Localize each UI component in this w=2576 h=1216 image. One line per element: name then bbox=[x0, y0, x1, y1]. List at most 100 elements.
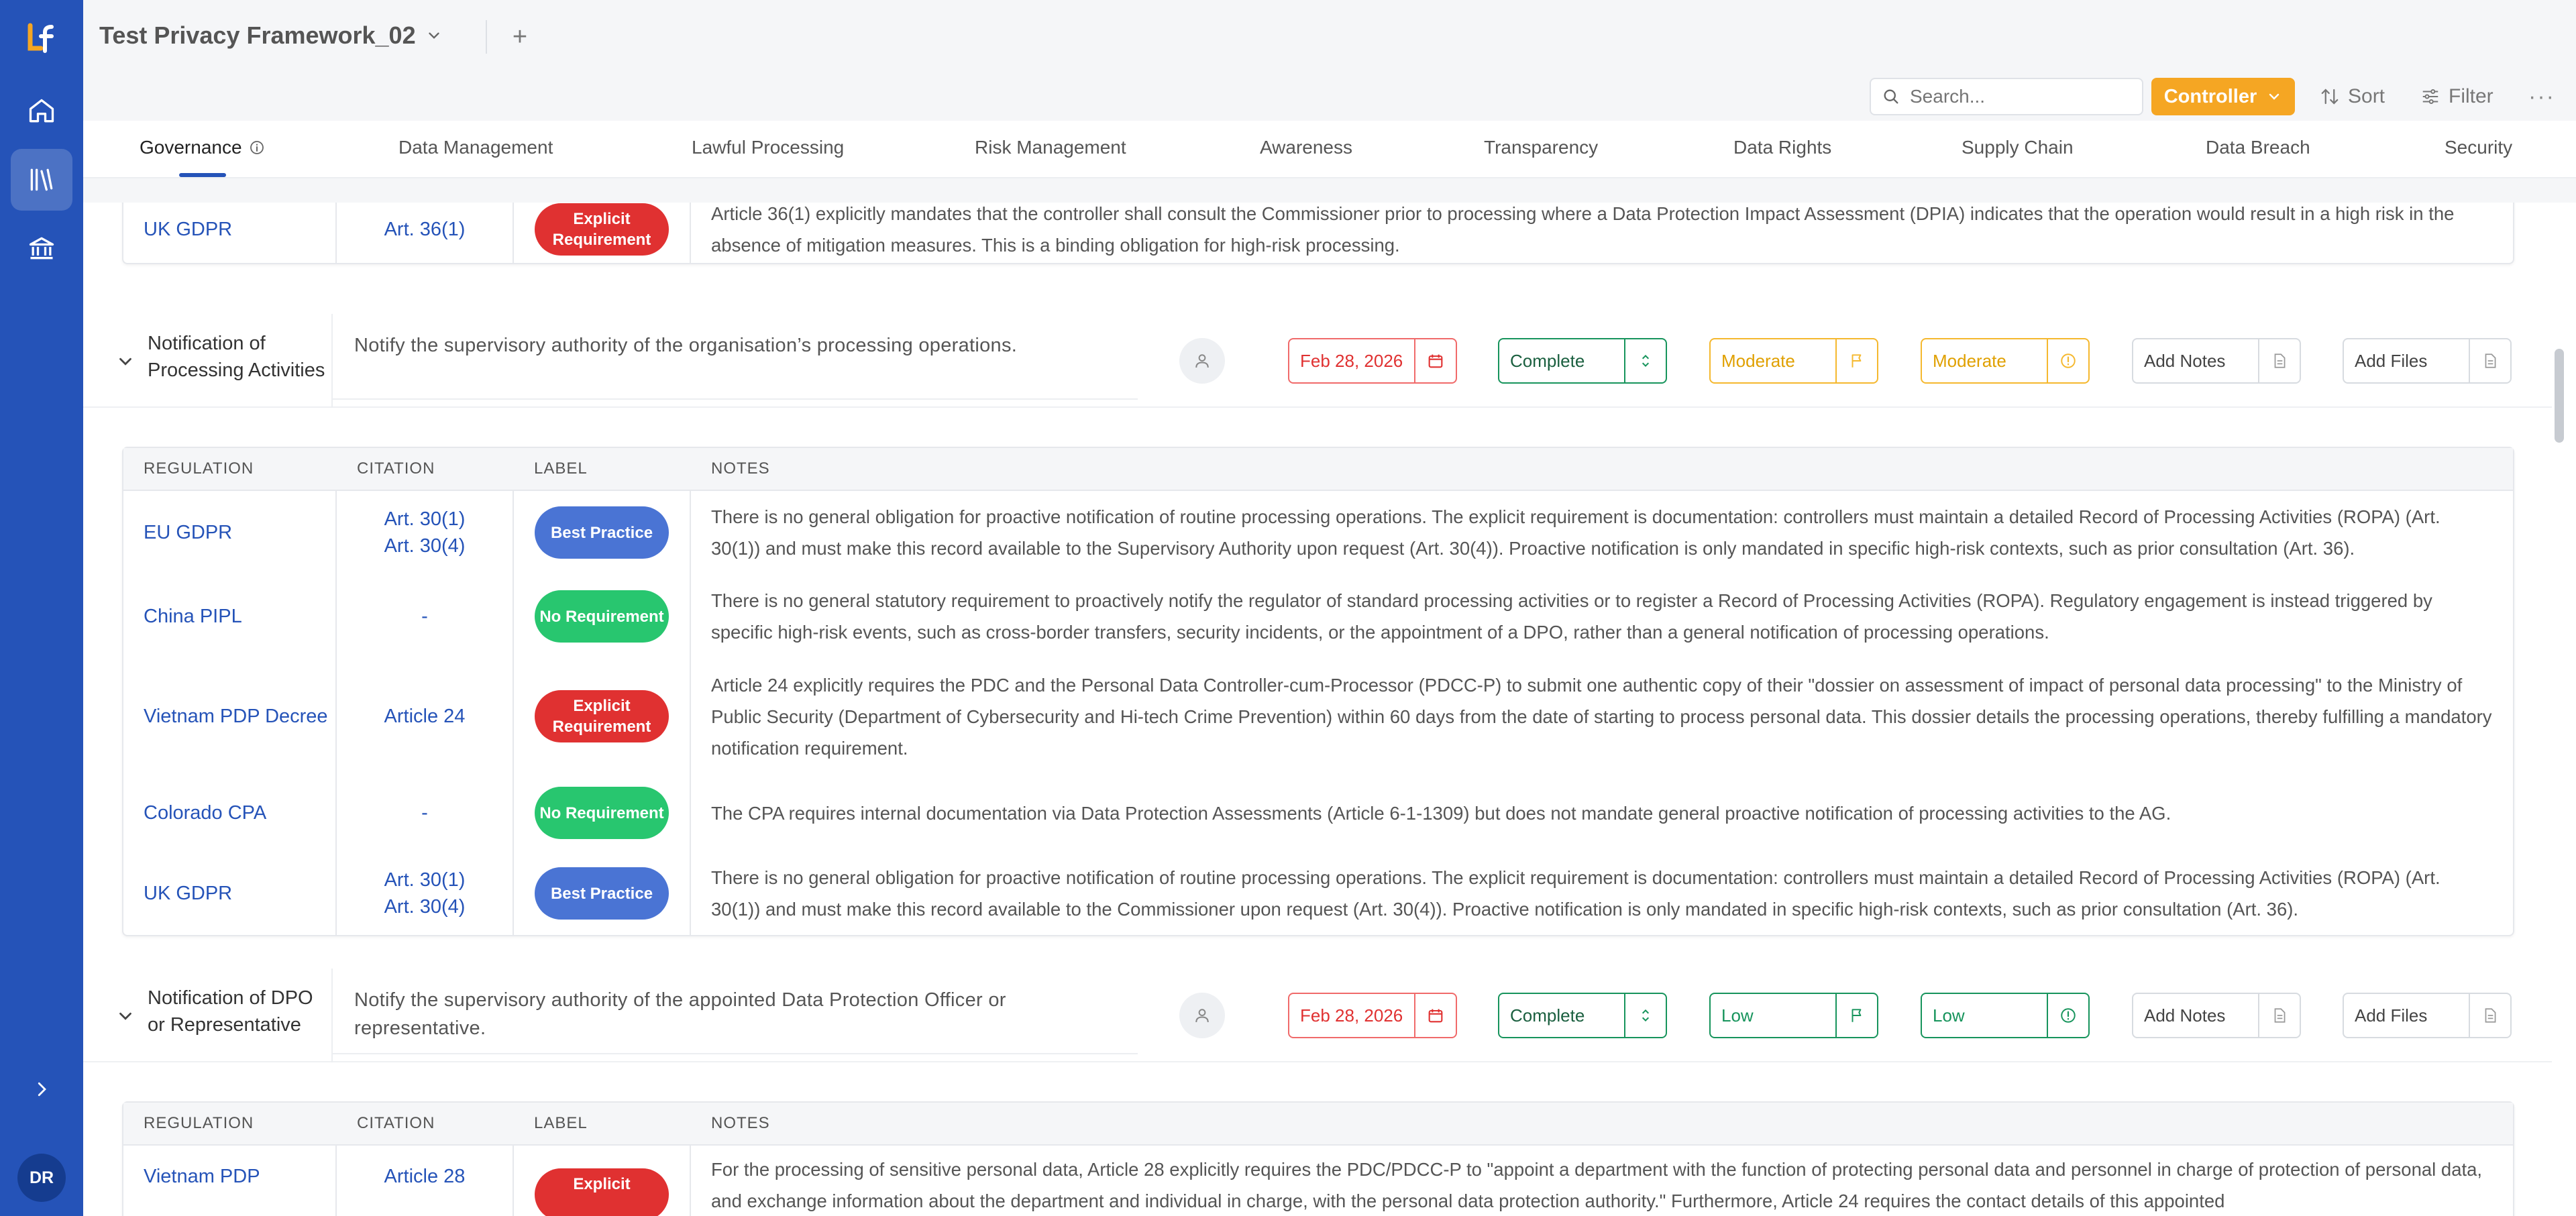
priority-select[interactable]: Low bbox=[1709, 993, 1878, 1038]
citation-link[interactable]: Art. 30(1) bbox=[384, 867, 466, 893]
tab-data-breach[interactable]: Data Breach bbox=[2206, 137, 2310, 158]
due-date: Feb 28, 2026 bbox=[1300, 1005, 1403, 1026]
home-icon[interactable] bbox=[11, 80, 72, 142]
tab-data-rights[interactable]: Data Rights bbox=[1733, 137, 1831, 158]
label-badge: Explicit Requirement bbox=[535, 690, 669, 742]
notes-cell: Article 24 explicitly requires the PDC a… bbox=[711, 674, 2492, 759]
notes-label: Add Notes bbox=[2144, 1005, 2226, 1026]
search-input[interactable] bbox=[1910, 86, 2125, 107]
status-select[interactable]: Complete bbox=[1498, 993, 1667, 1038]
citation-link[interactable]: Art. 30(1) bbox=[384, 506, 466, 533]
regulation-link[interactable]: UK GDPR bbox=[123, 203, 337, 263]
regulation-table: UK GDPR Art. 36(1) Explicit Requirement … bbox=[122, 203, 2514, 264]
notes-label: Add Notes bbox=[2144, 350, 2226, 371]
app-logo[interactable] bbox=[25, 23, 57, 54]
citation-link[interactable]: Art. 30(4) bbox=[384, 893, 466, 920]
project-selector[interactable]: Test Privacy Framework_02 bbox=[99, 21, 443, 50]
user-avatar[interactable]: DR bbox=[17, 1154, 66, 1202]
regulation-link[interactable]: China PIPL bbox=[123, 574, 337, 659]
assign-owner-button[interactable] bbox=[1179, 338, 1225, 384]
label-badge: Best Practice bbox=[535, 506, 669, 559]
regulation-link[interactable]: EU GDPR bbox=[123, 491, 337, 574]
chevron-down-icon[interactable] bbox=[115, 1006, 136, 1026]
tab-security[interactable]: Security bbox=[2445, 137, 2512, 158]
scrollbar[interactable] bbox=[2555, 349, 2564, 443]
label-cell: Best Practice bbox=[514, 491, 691, 574]
label-cell: Best Practice bbox=[514, 852, 691, 935]
add-files-button[interactable]: Add Files bbox=[2343, 338, 2512, 384]
search-box[interactable] bbox=[1870, 78, 2143, 115]
user-icon bbox=[1195, 354, 1209, 368]
role-dropdown[interactable]: Controller bbox=[2151, 78, 2295, 115]
risk-select[interactable]: Low bbox=[1921, 993, 2090, 1038]
tab-data-management[interactable]: Data Management bbox=[398, 137, 553, 158]
citation-cell: Art. 30(1) Art. 30(4) bbox=[337, 852, 514, 935]
alert-circle-icon bbox=[2047, 994, 2088, 1037]
sidebar: DR bbox=[0, 0, 83, 1216]
risk-select[interactable]: Moderate bbox=[1921, 338, 2090, 384]
regulation-table: REGULATION CITATION LABEL NOTES EU GDPR … bbox=[122, 447, 2514, 936]
more-options-icon[interactable]: ··· bbox=[2525, 78, 2559, 115]
filter-label: Filter bbox=[2449, 85, 2493, 107]
tab-transparency[interactable]: Transparency bbox=[1484, 137, 1598, 158]
regulation-link[interactable]: Colorado CPA bbox=[123, 774, 337, 852]
table-row: UK GDPR Art. 30(1) Art. 30(4) Best Pract… bbox=[123, 852, 2513, 935]
chevron-down-icon[interactable] bbox=[115, 351, 136, 372]
citation-text: - bbox=[421, 606, 428, 627]
priority-value: Low bbox=[1721, 1005, 1754, 1026]
info-icon[interactable] bbox=[249, 140, 265, 156]
table-row: Colorado CPA - No Requirement The CPA re… bbox=[123, 774, 2513, 852]
add-files-button[interactable]: Add Files bbox=[2343, 993, 2512, 1038]
user-icon bbox=[1195, 1009, 1209, 1023]
table-header: REGULATION CITATION LABEL NOTES bbox=[123, 1103, 2513, 1146]
control-row: Notification of Processing Activities No… bbox=[83, 314, 2552, 408]
category-tabs: Governance Data Management Lawful Proces… bbox=[83, 121, 2576, 178]
citation-link[interactable]: Art. 36(1) bbox=[384, 216, 466, 243]
sort-button[interactable]: Sort bbox=[2320, 78, 2385, 115]
due-date-picker[interactable]: Feb 28, 2026 bbox=[1288, 338, 1457, 384]
filter-button[interactable]: Filter bbox=[2420, 78, 2493, 115]
label-cell: No Requirement bbox=[514, 774, 691, 852]
flag-icon bbox=[1835, 339, 1877, 382]
expand-sidebar-icon[interactable] bbox=[25, 1073, 58, 1105]
citation-link[interactable]: Article 28 bbox=[384, 1163, 466, 1190]
tab-lawful-processing[interactable]: Lawful Processing bbox=[692, 137, 844, 158]
top-bar: Test Privacy Framework_02 + bbox=[83, 0, 2576, 74]
assign-owner-button[interactable] bbox=[1179, 993, 1225, 1038]
notes-cell: There is no general statutory requiremen… bbox=[711, 590, 2432, 643]
table-header: REGULATION CITATION LABEL NOTES bbox=[123, 448, 2513, 491]
regulation-link[interactable]: Vietnam PDP bbox=[123, 1146, 337, 1216]
citation-cell: Article 28 bbox=[337, 1146, 514, 1216]
control-description: Notify the supervisory authority of the … bbox=[354, 989, 1006, 1039]
tab-risk-management[interactable]: Risk Management bbox=[975, 137, 1126, 158]
citation-link[interactable]: Art. 30(4) bbox=[384, 533, 466, 559]
citation-cell: Art. 30(1) Art. 30(4) bbox=[337, 491, 514, 574]
chevron-updown-icon bbox=[1624, 994, 1666, 1037]
toolbar: Controller Sort Filter ··· bbox=[83, 74, 2576, 121]
tab-awareness[interactable]: Awareness bbox=[1260, 137, 1352, 158]
status-select[interactable]: Complete bbox=[1498, 338, 1667, 384]
notes-cell: There is no general obligation for proac… bbox=[711, 506, 2440, 559]
add-notes-button[interactable]: Add Notes bbox=[2132, 993, 2301, 1038]
table-row: Vietnam PDP Article 28 Explicit For the … bbox=[123, 1146, 2513, 1216]
control-name[interactable]: Notification of DPO or Representative bbox=[148, 985, 335, 1038]
tab-supply-chain[interactable]: Supply Chain bbox=[1962, 137, 2074, 158]
institution-icon[interactable] bbox=[11, 217, 72, 279]
regulation-link[interactable]: UK GDPR bbox=[123, 852, 337, 935]
library-icon[interactable] bbox=[11, 149, 72, 211]
due-date-picker[interactable]: Feb 28, 2026 bbox=[1288, 993, 1457, 1038]
priority-select[interactable]: Moderate bbox=[1709, 338, 1878, 384]
document-icon bbox=[2258, 994, 2300, 1037]
regulation-link[interactable]: Vietnam PDP Decree bbox=[123, 659, 337, 774]
add-project-icon[interactable]: + bbox=[503, 20, 537, 54]
control-name[interactable]: Notification of Processing Activities bbox=[148, 330, 335, 384]
citation-text: - bbox=[421, 802, 428, 824]
table-row: Vietnam PDP Decree Article 24 Explicit R… bbox=[123, 659, 2513, 774]
risk-value: Low bbox=[1933, 1005, 1965, 1026]
tab-governance[interactable]: Governance bbox=[140, 137, 265, 158]
add-notes-button[interactable]: Add Notes bbox=[2132, 338, 2301, 384]
status-value: Complete bbox=[1510, 350, 1585, 371]
notes-cell: For the processing of sensitive personal… bbox=[711, 1159, 2483, 1211]
label-cell: Explicit Requirement bbox=[514, 203, 691, 263]
citation-link[interactable]: Article 24 bbox=[384, 703, 466, 730]
